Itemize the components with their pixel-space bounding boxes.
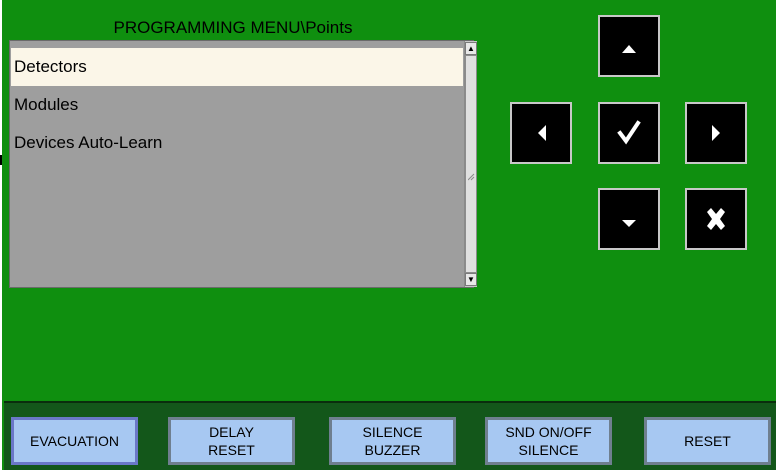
menu-item-label: Devices Auto-Learn [14,133,163,152]
scrollbar-thumb[interactable] [465,55,477,273]
button-label-group: SILENCE BUZZER [363,423,423,459]
menu-item-detectors[interactable]: Detectors [11,48,463,86]
page-title: PROGRAMMING MENU\Points [113,18,353,37]
menu-listbox[interactable]: Detectors Modules Devices Auto-Learn ▲ ▼ [9,40,477,288]
triangle-left-icon [538,125,546,141]
button-label: RESET [684,433,731,449]
button-label-group: SND ON/OFF SILENCE [505,423,591,459]
silence-buzzer-button[interactable]: SILENCE BUZZER [329,417,456,465]
button-label-group: DELAY RESET [208,423,255,459]
nav-ok-button[interactable] [598,102,660,164]
triangle-down-icon [622,220,636,227]
triangle-up-icon [622,45,636,53]
snd-silence-button[interactable]: SND ON/OFF SILENCE [485,417,612,465]
nav-right-button[interactable] [685,102,747,164]
nav-cancel-button[interactable] [685,188,747,250]
button-label-line1: SILENCE [362,424,423,440]
button-label-line2: RESET [208,442,255,458]
button-label-line1: SND ON/OFF [505,424,592,440]
button-label-line1: DELAY [209,424,254,440]
function-button-bar: EVACUATION DELAY RESET SILENCE BUZZER SN… [4,401,776,470]
delay-reset-button[interactable]: DELAY RESET [168,417,295,465]
nav-left-button[interactable] [510,102,572,164]
menu-item-modules[interactable]: Modules [11,86,463,124]
menu-item-devices-auto-learn[interactable]: Devices Auto-Learn [11,124,463,162]
reset-button[interactable]: RESET [644,417,771,465]
scroll-up-icon[interactable]: ▲ [465,42,477,55]
vertical-scrollbar[interactable]: ▲ ▼ [464,41,477,287]
grip-icon [468,173,475,181]
checkmark-icon [617,120,641,145]
nav-up-button[interactable] [598,15,660,77]
button-label-line2: SILENCE [518,442,579,458]
menu-item-label: Detectors [14,57,87,76]
scroll-down-icon[interactable]: ▼ [465,273,477,286]
programming-screen: PROGRAMMING MENU\Points Detectors Module… [2,0,776,470]
evacuation-button[interactable]: EVACUATION [11,417,138,465]
triangle-right-icon [712,125,720,141]
nav-down-button[interactable] [598,188,660,250]
button-label: EVACUATION [30,433,119,449]
menu-item-label: Modules [14,95,79,114]
x-mark-icon [707,208,725,230]
button-label-line2: BUZZER [364,442,421,458]
